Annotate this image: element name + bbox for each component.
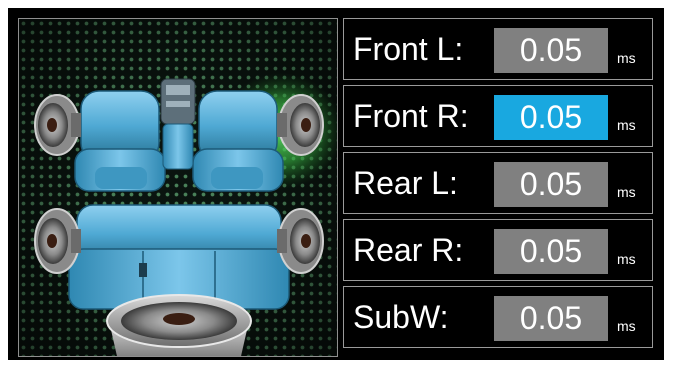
- channel-row-rear-l: Rear L: 0.05 ms: [343, 152, 653, 214]
- car-speaker-layout: [18, 18, 338, 357]
- channel-label: Front R:: [353, 98, 469, 134]
- channel-label: Rear L:: [353, 165, 458, 201]
- front-l-delay-value[interactable]: 0.05: [494, 28, 608, 73]
- delay-settings-screen: Front L: 0.05 ms Front R: 0.05 ms Rear L…: [8, 8, 664, 360]
- front-left-speaker-icon: [34, 94, 81, 156]
- channel-row-rear-r: Rear R: 0.05 ms: [343, 219, 653, 281]
- channel-row-front-r: Front R: 0.05 ms: [343, 85, 653, 147]
- subwoofer-icon: [106, 294, 252, 356]
- channel-row-subw: SubW: 0.05 ms: [343, 286, 653, 348]
- rear-r-delay-value[interactable]: 0.05: [494, 229, 608, 274]
- front-r-delay-value[interactable]: 0.05: [494, 95, 608, 140]
- front-right-seat: [192, 90, 284, 192]
- unit-label: ms: [617, 50, 636, 66]
- rear-seat: [68, 204, 290, 310]
- unit-label: ms: [617, 117, 636, 133]
- rear-l-delay-value[interactable]: 0.05: [494, 162, 608, 207]
- channel-row-front-l: Front L: 0.05 ms: [343, 18, 653, 80]
- front-left-seat: [74, 90, 166, 192]
- unit-label: ms: [617, 318, 636, 334]
- unit-label: ms: [617, 251, 636, 267]
- channel-label: Rear R:: [353, 232, 464, 268]
- subw-delay-value[interactable]: 0.05: [494, 296, 608, 341]
- unit-label: ms: [617, 184, 636, 200]
- car-layout-graphic: [34, 73, 337, 356]
- center-console: [160, 78, 196, 170]
- channel-label: SubW:: [353, 299, 449, 335]
- channel-label: Front L:: [353, 31, 464, 67]
